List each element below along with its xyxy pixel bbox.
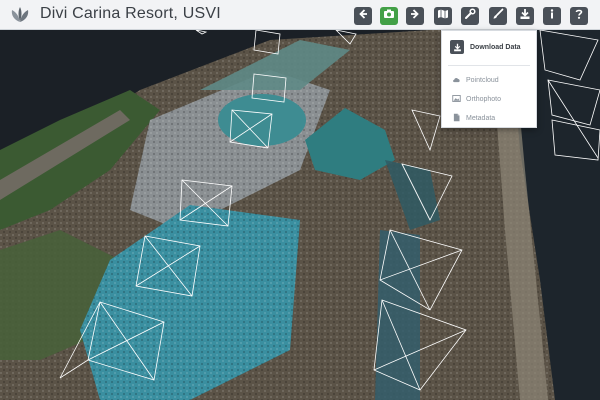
brush-icon: [492, 7, 504, 25]
forward-icon: [409, 7, 421, 25]
download-menu: Download Data Pointcloud Orthophoto Meta…: [441, 30, 537, 128]
menu-item-metadata[interactable]: Metadata: [452, 113, 495, 124]
back-button[interactable]: [354, 7, 372, 25]
download-icon: [450, 40, 464, 54]
wrench-button[interactable]: [461, 7, 479, 25]
back-icon: [357, 7, 369, 25]
menu-item-pointcloud[interactable]: Pointcloud: [452, 75, 499, 86]
download-menu-header[interactable]: Download Data: [450, 40, 521, 54]
cloud-icon: [452, 75, 466, 86]
wrench-icon: [464, 7, 476, 25]
download-button[interactable]: [516, 7, 534, 25]
file-icon: [452, 113, 466, 124]
top-bar: Divi Carina Resort, USVI: [0, 0, 600, 30]
info-button[interactable]: [543, 7, 561, 25]
menu-divider: [448, 65, 530, 66]
info-icon: [546, 7, 558, 25]
map-button[interactable]: [434, 7, 452, 25]
menu-item-label: Pointcloud: [466, 77, 499, 84]
download-icon: [519, 7, 531, 25]
download-menu-title: Download Data: [470, 43, 521, 51]
menu-item-label: Orthophoto: [466, 96, 502, 103]
help-button[interactable]: [570, 7, 588, 25]
menu-item-label: Metadata: [466, 115, 496, 122]
forward-button[interactable]: [406, 7, 424, 25]
menu-item-orthophoto[interactable]: Orthophoto: [452, 94, 501, 105]
app-title: Divi Carina Resort, USVI: [40, 5, 221, 22]
help-icon: [573, 7, 585, 25]
brush-button[interactable]: [489, 7, 507, 25]
map-icon: [437, 7, 449, 25]
camera-icon: [383, 7, 395, 25]
image-icon: [452, 94, 466, 105]
camera-button[interactable]: [380, 7, 398, 25]
logo-icon: [8, 5, 32, 25]
